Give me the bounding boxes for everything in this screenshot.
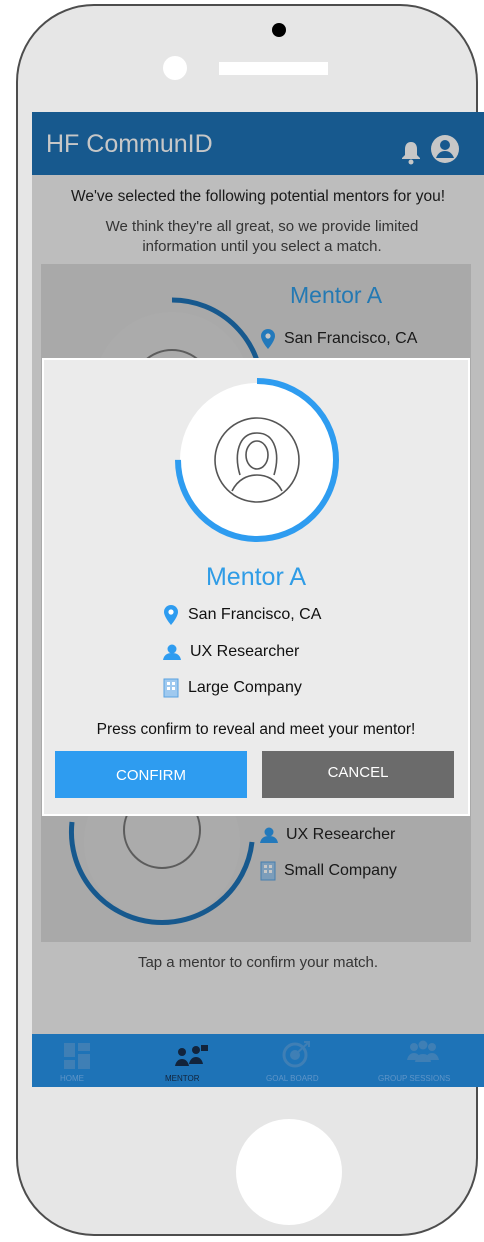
nav-label-home: HOME (60, 1074, 84, 1083)
dashboard-icon (64, 1043, 90, 1069)
nav-item-group-sessions[interactable]: GROUP SESSIONS (372, 1034, 472, 1087)
nav-item-mentor[interactable]: MENTOR (160, 1034, 220, 1087)
modal-prompt: Press confirm to reveal and meet your me… (96, 721, 416, 738)
modal-location-row: San Francisco, CA (163, 605, 321, 625)
front-camera (272, 23, 286, 37)
group-icon (407, 1040, 439, 1062)
building-icon (163, 678, 179, 698)
sensor-lens (163, 56, 187, 80)
modal-mentor-name: Mentor A (205, 563, 307, 591)
modal-company-row: Large Company (163, 678, 302, 698)
person-icon (163, 644, 181, 660)
modal-company-text: Large Company (188, 679, 302, 697)
modal-location-text: San Francisco, CA (188, 606, 322, 624)
location-pin-icon (164, 605, 178, 625)
modal-role-text: UX Researcher (190, 643, 300, 660)
bottom-nav: HOME MENTOR GOAL BOARD GROUP SESSIONS (32, 1034, 484, 1087)
confirm-mentor-modal: Mentor A San Francisco, CA UX Researcher… (42, 358, 470, 816)
home-hardware-button[interactable] (236, 1119, 342, 1225)
confirm-button[interactable]: CONFIRM (55, 751, 247, 798)
mentor-icon (175, 1045, 208, 1066)
nav-item-home[interactable]: HOME (47, 1034, 107, 1087)
target-icon (282, 1041, 310, 1068)
cancel-button[interactable]: CANCEL (262, 751, 454, 798)
modal-role-row: UX Researcher (163, 643, 299, 661)
nav-item-goal-board[interactable]: GOAL BOARD (266, 1034, 346, 1087)
nav-label-mentor: MENTOR (165, 1074, 200, 1083)
nav-label-goal-board: GOAL BOARD (266, 1074, 319, 1083)
mentor-avatar-ring (175, 378, 339, 542)
earpiece-speaker (219, 62, 328, 75)
nav-label-group-sessions: GROUP SESSIONS (378, 1074, 451, 1083)
